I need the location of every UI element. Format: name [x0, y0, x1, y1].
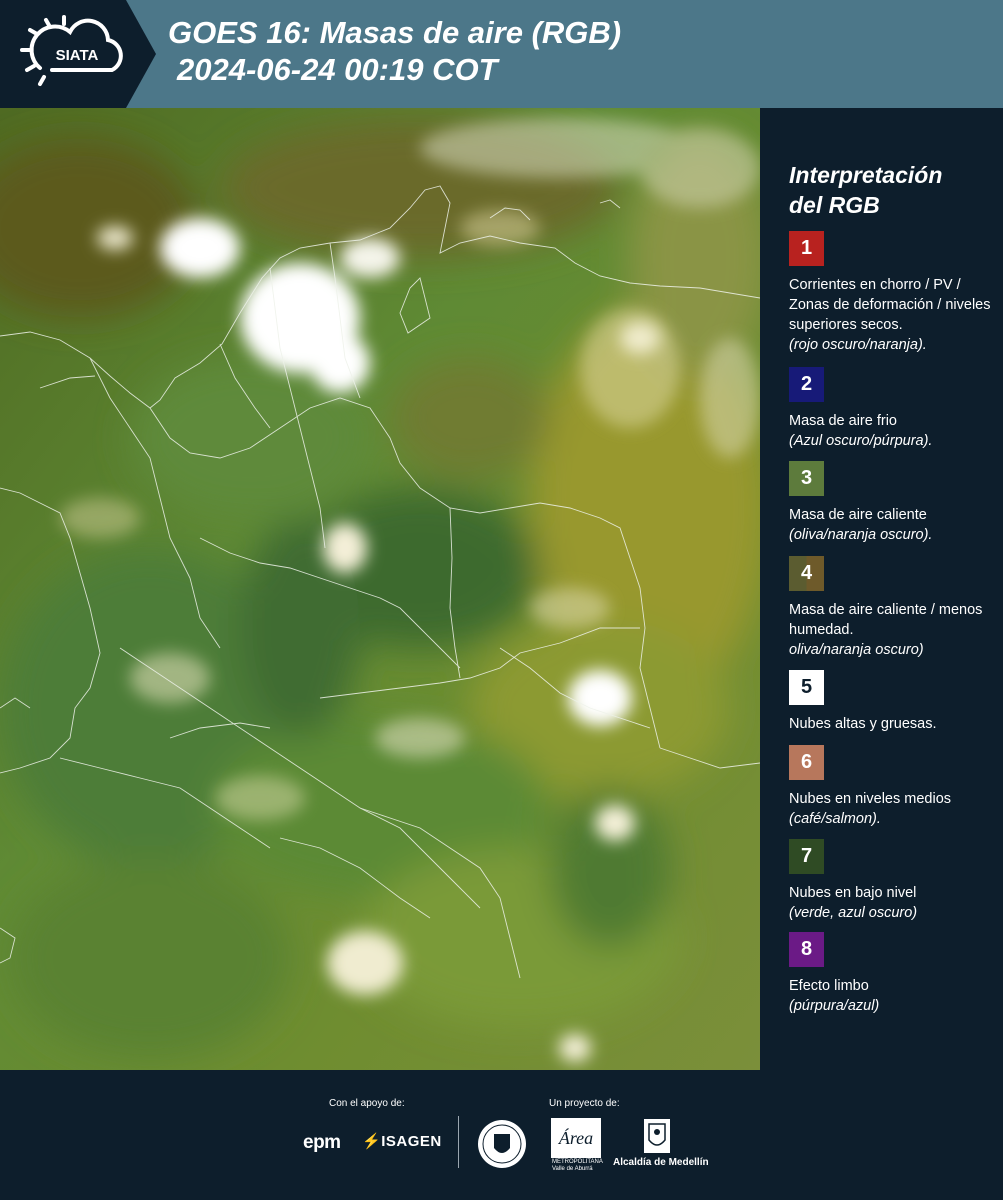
project-label: Un proyecto de: [549, 1098, 620, 1109]
alcaldia-medellin-text: Alcaldía de Medellín [613, 1157, 709, 1168]
legend-label-5: Nubes altas y gruesas. [789, 716, 937, 732]
legend-item-3: 3 Masa de aire caliente (oliva/naranja o… [789, 461, 994, 545]
medellin-shield-icon [644, 1119, 670, 1153]
isagen-mark-icon: ⚡ [362, 1133, 382, 1150]
legend-label-8: Efecto limbo [789, 978, 869, 994]
legend-text-2: Masa de aire frio (Azul oscuro/púrpura). [789, 411, 994, 451]
legend-label-4: Masa de aire caliente / menos humedad. [789, 602, 983, 638]
legend-text-1: Corrientes en chorro / PV / Zonas de def… [789, 275, 994, 355]
legend-label-1: Corrientes en chorro / PV / Zonas de def… [789, 277, 991, 333]
legend-swatch-7: 7 [789, 839, 824, 874]
isagen-text: ISAGEN [381, 1133, 442, 1150]
legend-label-3: Masa de aire caliente [789, 507, 927, 523]
legend-text-5: Nubes altas y gruesas. [789, 714, 994, 734]
legend-swatch-3: 3 [789, 461, 824, 496]
epm-logo: epm [303, 1132, 341, 1153]
legend-item-2: 2 Masa de aire frio (Azul oscuro/púrpura… [789, 367, 994, 451]
legend-note-1: (rojo oscuro/naranja). [789, 337, 927, 353]
svg-text:SIATA: SIATA [56, 47, 99, 64]
legend-swatch-5: 5 [789, 670, 824, 705]
legend-swatch-8: 8 [789, 932, 824, 967]
legend-swatch-2: 2 [789, 367, 824, 402]
legend-text-6: Nubes en niveles medios (café/salmon). [789, 789, 994, 829]
legend-note-2: (Azul oscuro/púrpura). [789, 433, 933, 449]
legend-label-2: Masa de aire frio [789, 413, 897, 429]
legend-title-line-2: del RGB [789, 192, 880, 218]
amva-line-1: METROPOLITANA [552, 1159, 603, 1165]
legend-item-5: 5 Nubes altas y gruesas. [789, 670, 994, 734]
area-metropolitana-text: METROPOLITANA Valle de Aburrá [552, 1159, 603, 1173]
legend-text-7: Nubes en bajo nivel (verde, azul oscuro) [789, 883, 994, 923]
page-title: GOES 16: Masas de aire (RGB) 2024-06-24 … [168, 14, 621, 88]
legend-note-8: (púrpura/azul) [789, 998, 880, 1014]
legend-item-6: 6 Nubes en niveles medios (café/salmon). [789, 745, 994, 829]
legend-swatch-4: 4 [789, 556, 824, 591]
legend-item-4: 4 Masa de aire caliente / menos humedad.… [789, 556, 994, 660]
legend-item-1: 1 Corrientes en chorro / PV / Zonas de d… [789, 231, 994, 355]
isagen-logo: ⚡ISAGEN [362, 1132, 442, 1150]
legend-text-8: Efecto limbo (púrpura/azul) [789, 976, 994, 1016]
support-label: Con el apoyo de: [329, 1098, 405, 1109]
amva-line-2: Valle de Aburrá [552, 1166, 593, 1172]
legend-swatch-6: 6 [789, 745, 824, 780]
title-line-2: 2024-06-24 00:19 COT [177, 52, 498, 87]
siata-logo: SIATA [0, 0, 156, 108]
svg-text:Área: Área [558, 1127, 593, 1148]
satellite-map [0, 108, 760, 1070]
legend-title: Interpretación del RGB [789, 160, 989, 220]
legend-item-7: 7 Nubes en bajo nivel (verde, azul oscur… [789, 839, 994, 923]
legend-note-6: (café/salmon). [789, 811, 881, 827]
legend-title-line-1: Interpretación [789, 162, 943, 188]
footer-bar: Con el apoyo de: Un proyecto de: epm ⚡IS… [0, 1070, 1003, 1200]
legend-note-3: (oliva/naranja oscuro). [789, 527, 933, 543]
legend-text-3: Masa de aire caliente (oliva/naranja osc… [789, 505, 994, 545]
legend-panel: Interpretación del RGB 1 Corrientes en c… [760, 108, 1003, 1070]
legend-text-4: Masa de aire caliente / menos humedad. o… [789, 600, 994, 660]
legend-swatch-1: 1 [789, 231, 824, 266]
footer-divider [458, 1116, 459, 1168]
legend-note-7: (verde, azul oscuro) [789, 905, 918, 921]
title-line-1: GOES 16: Masas de aire (RGB) [168, 15, 622, 50]
legend-label-7: Nubes en bajo nivel [789, 885, 917, 901]
header-bar: SIATA GOES 16: Masas de aire (RGB) 2024-… [0, 0, 1003, 108]
area-metropolitana-logo-icon: Área [551, 1118, 601, 1158]
legend-label-6: Nubes en niveles medios [789, 791, 952, 807]
university-seal-icon [478, 1120, 526, 1168]
legend-item-8: 8 Efecto limbo (púrpura/azul) [789, 932, 994, 1016]
legend-note-4: oliva/naranja oscuro) [789, 642, 924, 658]
